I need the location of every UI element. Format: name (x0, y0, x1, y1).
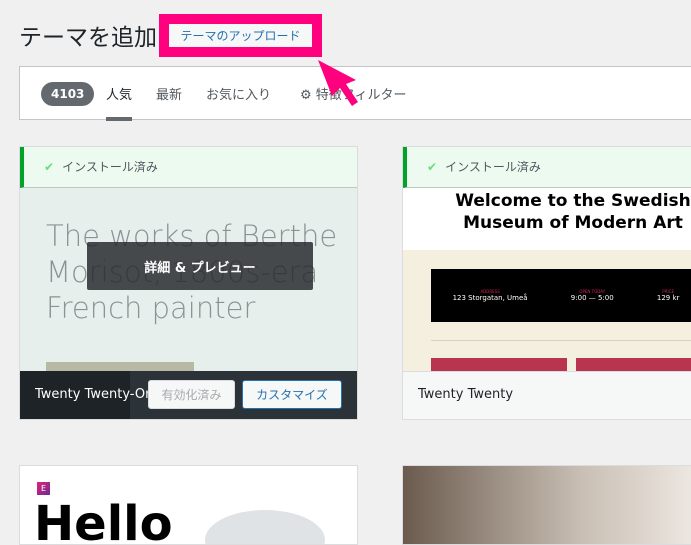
upload-theme-button[interactable]: テーマのアップロード (169, 24, 312, 47)
page-title: テーマを追加 (19, 25, 157, 51)
info-value: 129 kr (656, 294, 680, 302)
tab-latest[interactable]: 最新 (156, 84, 182, 103)
preview-heading: Welcome to the Swedish Museum of Modern … (455, 191, 691, 233)
info-value: 9:00 — 5:00 (570, 294, 614, 302)
theme-screenshot: Welcome to the Swedish Museum of Modern … (403, 188, 691, 378)
customize-button[interactable]: カスタマイズ (242, 380, 342, 409)
tab-favorites[interactable]: お気に入り (206, 84, 271, 103)
installed-notice: ✔ インストール済み (20, 147, 357, 188)
details-preview-button[interactable]: 詳細 & プレビュー (87, 242, 313, 290)
theme-footer: Twenty Twenty (403, 371, 691, 419)
activated-button: 有効化済み (148, 380, 235, 409)
arrow-pointer-icon (318, 60, 358, 106)
tab-popular[interactable]: 人気 (106, 84, 133, 121)
theme-card-twenty-twenty[interactable]: Welcome to the Swedish Museum of Modern … (402, 146, 691, 420)
theme-footer: Twenty Twenty-One 有効化済み カスタマイズ (20, 371, 357, 419)
installed-label: インストール済み (445, 160, 541, 174)
info-value: 123 Storgatan, Umeå (452, 294, 528, 302)
theme-name: Twenty Twenty-One (35, 387, 148, 402)
theme-card-photo[interactable] (402, 465, 691, 545)
theme-card-twenty-twenty-one[interactable]: The works of Berthe Morisot, 1800s-era F… (19, 146, 358, 420)
theme-name: Twenty Twenty (418, 387, 514, 402)
check-icon: ✔ (427, 160, 438, 174)
elementor-logo-icon: E (37, 482, 50, 495)
installed-notice: ✔ インストール済み (403, 147, 691, 188)
installed-label: インストール済み (62, 160, 158, 174)
theme-count: 4103 (41, 82, 95, 106)
theme-card-hello-elementor[interactable]: E Hello (19, 465, 358, 545)
check-icon: ✔ (44, 160, 55, 174)
gear-icon: ⚙ (300, 88, 312, 103)
